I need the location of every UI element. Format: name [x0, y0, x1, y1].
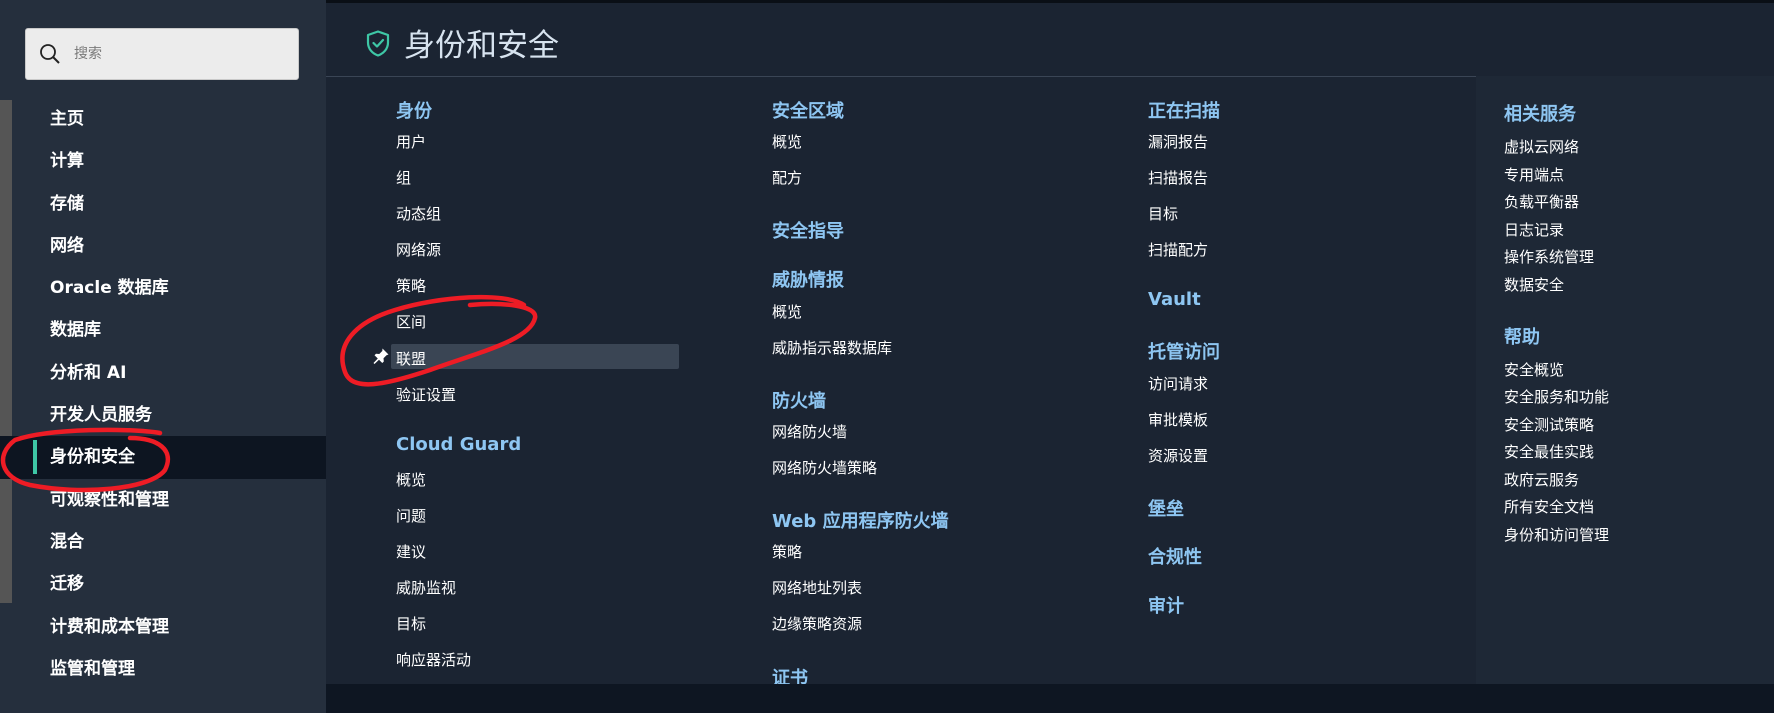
page-title: 身份和安全 [404, 28, 559, 64]
link-auth-settings[interactable]: 验证设置 [396, 384, 456, 405]
section-firewall[interactable]: 防火墙 [772, 387, 826, 413]
link-users[interactable]: 用户 [396, 131, 426, 152]
link-os-management[interactable]: 操作系统管理 [1504, 246, 1594, 267]
section-help[interactable]: 帮助 [1504, 323, 1540, 349]
link-cg-problems[interactable]: 问题 [396, 505, 426, 526]
link-ti-overview[interactable]: 概览 [772, 301, 802, 322]
link-data-safe[interactable]: 数据安全 [1504, 274, 1564, 295]
sidebar: 主页 计算 存储 网络 Oracle 数据库 数据库 分析和 AI 开发人员服务… [0, 0, 326, 713]
sidebar-item-billing[interactable]: 计费和成本管理 [0, 606, 326, 648]
sidebar-item-databases[interactable]: 数据库 [0, 309, 326, 351]
section-waf[interactable]: Web 应用程序防火墙 [772, 507, 949, 533]
section-managed-access[interactable]: 托管访问 [1148, 338, 1220, 364]
pin-icon[interactable] [372, 347, 390, 365]
section-threat-intelligence[interactable]: 威胁情报 [772, 266, 844, 292]
link-cg-targets[interactable]: 目标 [396, 613, 426, 634]
link-waf-edge-policy[interactable]: 边缘策略资源 [772, 613, 862, 634]
section-scanning[interactable]: 正在扫描 [1148, 97, 1220, 123]
sidebar-item-migration[interactable]: 迁移 [0, 563, 326, 605]
link-sz-overview[interactable]: 概览 [772, 131, 802, 152]
link-scan-recipes[interactable]: 扫描配方 [1148, 239, 1208, 260]
link-policies[interactable]: 策略 [396, 275, 426, 296]
link-federation[interactable]: 联盟 [396, 348, 426, 369]
sidebar-nav: 主页 计算 存储 网络 Oracle 数据库 数据库 分析和 AI 开发人员服务… [0, 98, 326, 690]
link-gov-cloud[interactable]: 政府云服务 [1504, 469, 1579, 490]
link-network-firewall[interactable]: 网络防火墙 [772, 421, 847, 442]
search-box[interactable] [25, 28, 299, 80]
sidebar-item-identity-security[interactable]: 身份和安全 [0, 436, 326, 479]
link-waf-address-lists[interactable]: 网络地址列表 [772, 577, 862, 598]
link-security-testing-policy[interactable]: 安全测试策略 [1504, 414, 1594, 435]
link-network-sources[interactable]: 网络源 [396, 239, 441, 260]
sidebar-item-compute[interactable]: 计算 [0, 140, 326, 182]
sidebar-item-developer-services[interactable]: 开发人员服务 [0, 394, 326, 436]
link-waf-policies[interactable]: 策略 [772, 541, 802, 562]
sidebar-item-oracle-database[interactable]: Oracle 数据库 [0, 267, 326, 309]
link-security-best-practices[interactable]: 安全最佳实践 [1504, 441, 1594, 462]
link-iam[interactable]: 身份和访问管理 [1504, 524, 1609, 545]
sidebar-item-analytics-ai[interactable]: 分析和 AI [0, 352, 326, 394]
link-all-security-docs[interactable]: 所有安全文档 [1504, 496, 1594, 517]
link-compartments[interactable]: 区间 [396, 311, 426, 332]
hover-highlight [391, 344, 679, 369]
search-input[interactable] [72, 45, 276, 63]
link-cg-responder-activity[interactable]: 响应器活动 [396, 649, 471, 670]
section-audit[interactable]: 审计 [1148, 592, 1184, 618]
link-network-firewall-policies[interactable]: 网络防火墙策略 [772, 457, 877, 478]
sidebar-item-observability[interactable]: 可观察性和管理 [0, 479, 326, 521]
sidebar-item-home[interactable]: 主页 [0, 98, 326, 140]
link-cg-overview[interactable]: 概览 [396, 469, 426, 490]
link-load-balancers[interactable]: 负载平衡器 [1504, 191, 1579, 212]
section-identity[interactable]: 身份 [396, 97, 432, 123]
section-bastion[interactable]: 堡垒 [1148, 495, 1184, 521]
link-security-services[interactable]: 安全服务和功能 [1504, 386, 1609, 407]
link-private-endpoints[interactable]: 专用端点 [1504, 164, 1564, 185]
link-resource-settings[interactable]: 资源设置 [1148, 445, 1208, 466]
link-logging[interactable]: 日志记录 [1504, 219, 1564, 240]
link-scan-targets[interactable]: 目标 [1148, 203, 1178, 224]
section-cloud-guard[interactable]: Cloud Guard [396, 434, 521, 455]
section-security-zones[interactable]: 安全区域 [772, 97, 844, 123]
link-groups[interactable]: 组 [396, 167, 411, 188]
section-related-services[interactable]: 相关服务 [1504, 100, 1576, 126]
section-security-advisor[interactable]: 安全指导 [772, 217, 844, 243]
link-vcn[interactable]: 虚拟云网络 [1504, 136, 1579, 157]
link-dynamic-groups[interactable]: 动态组 [396, 203, 441, 224]
link-access-requests[interactable]: 访问请求 [1148, 373, 1208, 394]
link-scan-reports[interactable]: 扫描报告 [1148, 167, 1208, 188]
bottom-bar [326, 684, 1774, 713]
sidebar-item-networking[interactable]: 网络 [0, 225, 326, 267]
link-security-overview[interactable]: 安全概览 [1504, 359, 1564, 380]
main-panel: 身份和安全 身份 用户 组 动态组 网络源 策略 区间 联盟 验证设置 Clou… [326, 0, 1774, 713]
section-vault[interactable]: Vault [1148, 289, 1201, 310]
link-vuln-reports[interactable]: 漏洞报告 [1148, 131, 1208, 152]
panel-header: 身份和安全 [326, 0, 1774, 77]
section-compliance[interactable]: 合规性 [1148, 543, 1202, 569]
sidebar-item-storage[interactable]: 存储 [0, 183, 326, 225]
link-cg-threat-monitoring[interactable]: 威胁监视 [396, 577, 456, 598]
link-cg-recommendations[interactable]: 建议 [396, 541, 426, 562]
link-sz-recipes[interactable]: 配方 [772, 167, 802, 188]
search-icon [40, 44, 60, 64]
link-approval-templates[interactable]: 审批模板 [1148, 409, 1208, 430]
link-ti-indicator-db[interactable]: 威胁指示器数据库 [772, 337, 892, 358]
shield-check-icon [366, 30, 390, 57]
sidebar-item-hybrid[interactable]: 混合 [0, 521, 326, 563]
sidebar-item-governance[interactable]: 监管和管理 [0, 648, 326, 690]
